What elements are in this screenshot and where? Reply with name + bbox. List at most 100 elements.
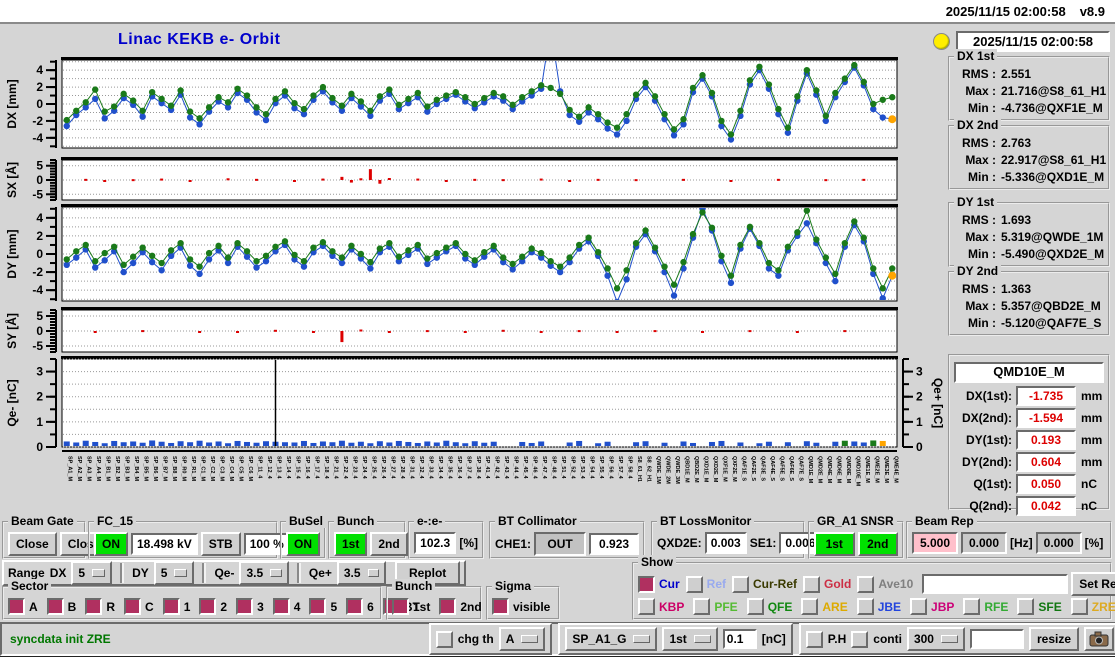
fc15-stb-button[interactable]: STB <box>201 532 241 556</box>
checkbox-icon[interactable] <box>492 598 509 615</box>
checkbox-icon[interactable] <box>686 576 703 593</box>
sector-check-6[interactable]: 6 <box>346 598 374 615</box>
checkbox-icon[interactable] <box>85 598 102 615</box>
show-check-are[interactable]: ARE <box>801 598 847 615</box>
bunch-check-2nd[interactable]: 2nd <box>439 598 481 615</box>
svg-text:QAF4E_S: QAF4E_S <box>769 456 775 481</box>
interval-select[interactable]: 300 <box>907 627 965 651</box>
checkbox-icon[interactable] <box>1017 598 1034 615</box>
beam-gate-close-1-button[interactable]: Close <box>8 532 57 556</box>
sector-check-r[interactable]: R <box>85 598 115 615</box>
sector-check-3[interactable]: 3 <box>236 598 264 615</box>
svg-text:SP_B3_M: SP_B3_M <box>124 456 130 481</box>
checkbox-icon[interactable] <box>309 598 326 615</box>
bunch-1st-select[interactable]: 1st <box>662 627 717 651</box>
checkbox-icon[interactable] <box>439 598 456 615</box>
checkbox-icon[interactable] <box>392 598 409 615</box>
checkbox-icon[interactable] <box>638 598 655 615</box>
checkbox-icon[interactable] <box>857 576 874 593</box>
monitor-row-unit: mm <box>1081 411 1102 425</box>
checkbox-icon[interactable] <box>47 598 64 615</box>
ref-name-input[interactable] <box>922 574 1068 594</box>
svg-text:SP_34_4: SP_34_4 <box>437 456 443 480</box>
bunch-check-1st[interactable]: 1st <box>392 598 430 615</box>
show-check-jbp[interactable]: JBP <box>910 598 954 615</box>
show-check-cur-ref[interactable]: Cur-Ref <box>732 576 797 593</box>
checkbox-icon[interactable] <box>1071 598 1088 615</box>
show-check-zre[interactable]: ZRE <box>1071 598 1115 615</box>
checkbox-icon[interactable] <box>963 598 980 615</box>
checkbox-icon[interactable] <box>693 598 710 615</box>
bunch-1st-button[interactable]: 1st <box>334 532 367 556</box>
sector-check-2[interactable]: 2 <box>199 598 227 615</box>
sector-check-c[interactable]: C <box>124 598 154 615</box>
sector-check-1[interactable]: 1 <box>163 598 191 615</box>
dy-plot[interactable]: 420-2-4DY [mm] <box>5 206 898 306</box>
sector-check-b[interactable]: B <box>47 598 77 615</box>
dx-plot[interactable]: 420-2-4DX [mm] <box>5 54 898 148</box>
threshold-input[interactable] <box>723 629 757 649</box>
bunch-select-title: Bunch <box>392 579 435 593</box>
sy-plot[interactable]: 50-5SY [Å] <box>4 309 898 354</box>
svg-text:SP_13_4: SP_13_4 <box>275 456 281 480</box>
show-check-kbp[interactable]: KBP <box>638 598 684 615</box>
checkbox-icon[interactable] <box>8 598 25 615</box>
show-check-cur[interactable]: Cur <box>638 576 680 593</box>
checkbox-icon[interactable] <box>732 576 749 593</box>
status-message: syncdata init ZRE <box>10 632 111 646</box>
sigma-check-visible[interactable]: visible <box>492 598 550 615</box>
range-qep-select[interactable]: 3.5 <box>337 561 386 585</box>
svg-text:SP_21_4: SP_21_4 <box>332 456 338 480</box>
gr-a1-2nd-button[interactable]: 2nd <box>858 532 899 556</box>
orbit-plots[interactable]: 420-2-4DX [mm]50-5SX [Å]420-2-4DY [mm]50… <box>0 54 944 516</box>
checkbox-icon[interactable] <box>346 598 363 615</box>
sp-a1-g-select[interactable]: SP_A1_G <box>565 627 657 651</box>
show-check-ref[interactable]: Ref <box>686 576 726 593</box>
bunch-2nd-button[interactable]: 2nd <box>370 532 407 556</box>
checkbox-icon[interactable] <box>236 598 253 615</box>
checkbox-icon[interactable] <box>638 576 655 593</box>
checkbox-label: JBE <box>878 600 901 614</box>
show-check-ave10[interactable]: Ave10 <box>857 576 913 593</box>
checkbox-icon[interactable] <box>124 598 141 615</box>
extra-input[interactable] <box>970 629 1024 649</box>
show-check-gold[interactable]: Gold <box>803 576 851 593</box>
che1-out-button[interactable]: OUT <box>534 532 586 556</box>
option-menu-bar-icon <box>368 569 380 577</box>
conti-checkbox[interactable] <box>851 631 868 648</box>
screenshot-button[interactable] <box>1084 627 1114 651</box>
checkbox-icon[interactable] <box>747 598 764 615</box>
qe-plot[interactable]: 3210Qe- [nC]3210Qe+ [nC] <box>5 358 944 455</box>
gr-a1-1st-button[interactable]: 1st <box>814 532 855 556</box>
range-dy-select[interactable]: 5 <box>154 561 195 585</box>
show-check-rfe[interactable]: RFE <box>963 598 1008 615</box>
chg-th-checkbox[interactable] <box>436 631 453 648</box>
sector-a-select[interactable]: A <box>499 627 546 651</box>
checkbox-icon[interactable] <box>803 576 820 593</box>
checkbox-icon[interactable] <box>199 598 216 615</box>
show-check-qfe[interactable]: QFE <box>747 598 793 615</box>
sx-plot[interactable]: 50-5SX [Å] <box>4 159 898 202</box>
checkbox-icon[interactable] <box>857 598 874 615</box>
checkbox-icon[interactable] <box>273 598 290 615</box>
show-check-sfe[interactable]: SFE <box>1017 598 1061 615</box>
fc15-on-button[interactable]: ON <box>94 532 128 556</box>
resize-button[interactable]: resize <box>1029 627 1079 651</box>
range-qem-select[interactable]: 3.5 <box>239 561 288 585</box>
checkbox-icon[interactable] <box>801 598 818 615</box>
checkbox-icon[interactable] <box>163 598 180 615</box>
show-check-jbe[interactable]: JBE <box>857 598 901 615</box>
svg-text:SP_27_4: SP_27_4 <box>389 456 395 480</box>
show-check-pfe[interactable]: PFE <box>693 598 737 615</box>
range-dx-select[interactable]: 5 <box>71 561 112 585</box>
sector-check-4[interactable]: 4 <box>273 598 301 615</box>
stat-value: 1.693 <box>1001 212 1031 229</box>
checkbox-icon[interactable] <box>910 598 927 615</box>
sector-check-a[interactable]: A <box>8 598 38 615</box>
busel-on-button[interactable]: ON <box>286 532 320 556</box>
set-ref-button[interactable]: Set Ref <box>1071 572 1115 596</box>
svg-text:0: 0 <box>36 324 43 338</box>
ph-checkbox[interactable] <box>806 631 823 648</box>
sector-check-5[interactable]: 5 <box>309 598 337 615</box>
svg-text:5: 5 <box>36 309 43 323</box>
